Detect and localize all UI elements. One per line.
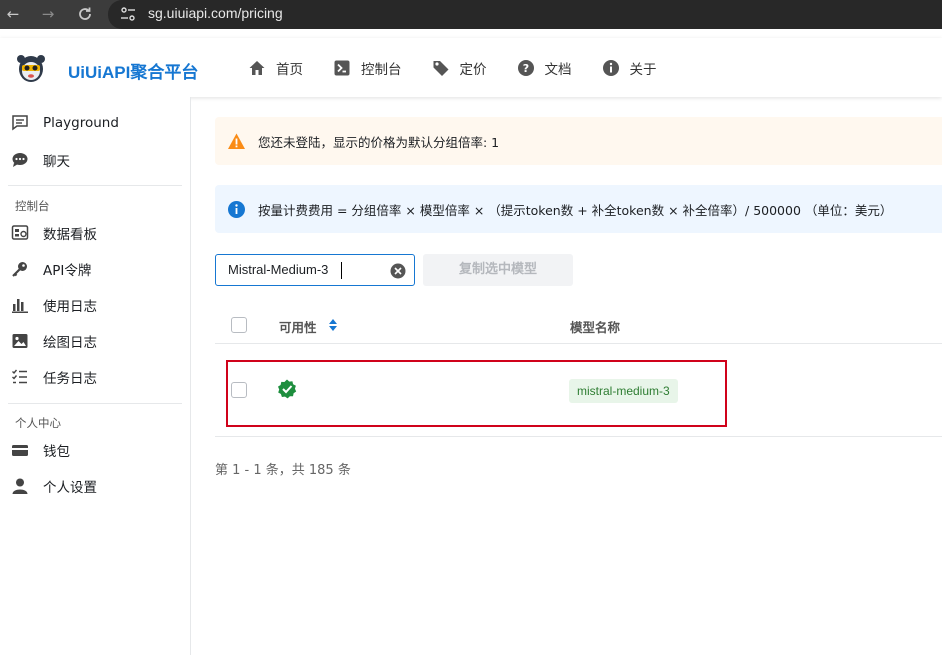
nav-about[interactable]: 关于 [602, 58, 657, 78]
nav-pricing[interactable]: 定价 [432, 58, 487, 78]
sidebar-group-personal: 个人中心 [15, 416, 61, 430]
sidebar: Playground 聊天 控制台 数据看板 API令牌 使用日志 绘图日志 任… [0, 97, 191, 655]
sidebar-item-drawing-logs[interactable]: 绘图日志 [11, 331, 97, 351]
model-search-input[interactable]: Mistral-Medium-3 [215, 254, 415, 286]
dashboard-icon [11, 225, 29, 240]
sidebar-item-api-tokens[interactable]: API令牌 [11, 259, 91, 279]
help-icon: ? [517, 59, 534, 76]
billing-info-banner: 按量计费费用 = 分组倍率 × 模型倍率 × （提示token数 + 补全tok… [215, 185, 942, 233]
search-value: Mistral-Medium-3 [228, 262, 329, 277]
user-icon [12, 478, 28, 494]
chat-bubble-icon [12, 153, 28, 167]
table-header: 可用性 模型名称 [215, 304, 942, 344]
sidebar-item-task-logs[interactable]: 任务日志 [11, 367, 97, 387]
sidebar-item-chat[interactable]: 聊天 [11, 150, 70, 170]
brand-name[interactable]: UiUiAPI聚合平台 [68, 58, 198, 83]
login-warning-banner: 您还未登陆，显示的价格为默认分组倍率: 1 [215, 117, 942, 165]
reload-button[interactable] [75, 4, 95, 24]
nav-console[interactable]: 控制台 [333, 58, 402, 78]
info-icon [228, 200, 245, 218]
column-availability[interactable]: 可用性 [279, 317, 317, 336]
address-bar[interactable]: sg.uiuiapi.com/pricing [108, 0, 942, 29]
sort-icon[interactable] [328, 318, 338, 332]
terminal-icon [334, 60, 350, 75]
key-icon [12, 262, 27, 277]
sidebar-item-profile[interactable]: 个人设置 [11, 476, 97, 496]
main-nav: 首页 控制台 定价 ? 文档 关于 [248, 38, 687, 97]
sidebar-group-console: 控制台 [15, 199, 50, 213]
reload-icon [79, 7, 91, 20]
nav-home[interactable]: 首页 [248, 58, 303, 78]
brand-logo-icon[interactable] [16, 52, 46, 84]
url-text: sg.uiuiapi.com/pricing [148, 5, 283, 21]
tag-icon [433, 60, 448, 76]
pagination-summary: 第 1 - 1 条，共 185 条 [215, 463, 351, 478]
copy-selected-models-button[interactable]: 复制选中模型 [423, 254, 573, 286]
highlight-box [226, 360, 727, 427]
nav-docs[interactable]: ? 文档 [517, 58, 572, 78]
warning-text: 您还未登陆，显示的价格为默认分组倍率: 1 [258, 134, 500, 150]
clear-search-icon[interactable] [390, 263, 406, 279]
image-icon [12, 334, 28, 348]
wallet-icon [12, 445, 28, 456]
billing-formula-text: 按量计费费用 = 分组倍率 × 模型倍率 × （提示token数 + 补全tok… [258, 202, 893, 218]
text-caret [341, 262, 342, 279]
column-model-name[interactable]: 模型名称 [570, 317, 620, 336]
sidebar-item-wallet[interactable]: 钱包 [11, 440, 70, 460]
bar-chart-icon [12, 299, 28, 313]
top-header: UiUiAPI聚合平台 首页 控制台 定价 ? 文档 关于 [0, 38, 942, 97]
back-button[interactable]: ← [3, 4, 23, 24]
sidebar-item-playground[interactable]: Playground [11, 114, 119, 132]
task-list-icon [12, 369, 27, 384]
sidebar-divider [8, 403, 182, 404]
home-icon [249, 60, 265, 75]
svg-text:?: ? [522, 62, 528, 75]
browser-toolbar: ← → sg.uiuiapi.com/pricing [0, 0, 942, 29]
forward-button[interactable]: → [38, 4, 58, 24]
sidebar-item-dashboard[interactable]: 数据看板 [11, 223, 97, 243]
sidebar-item-usage-logs[interactable]: 使用日志 [11, 295, 97, 315]
info-icon [602, 59, 619, 76]
sidebar-divider [8, 185, 182, 186]
warning-icon [228, 133, 245, 149]
select-all-checkbox[interactable] [231, 317, 247, 333]
site-settings-icon[interactable] [120, 6, 136, 22]
chat-square-icon [12, 115, 28, 131]
